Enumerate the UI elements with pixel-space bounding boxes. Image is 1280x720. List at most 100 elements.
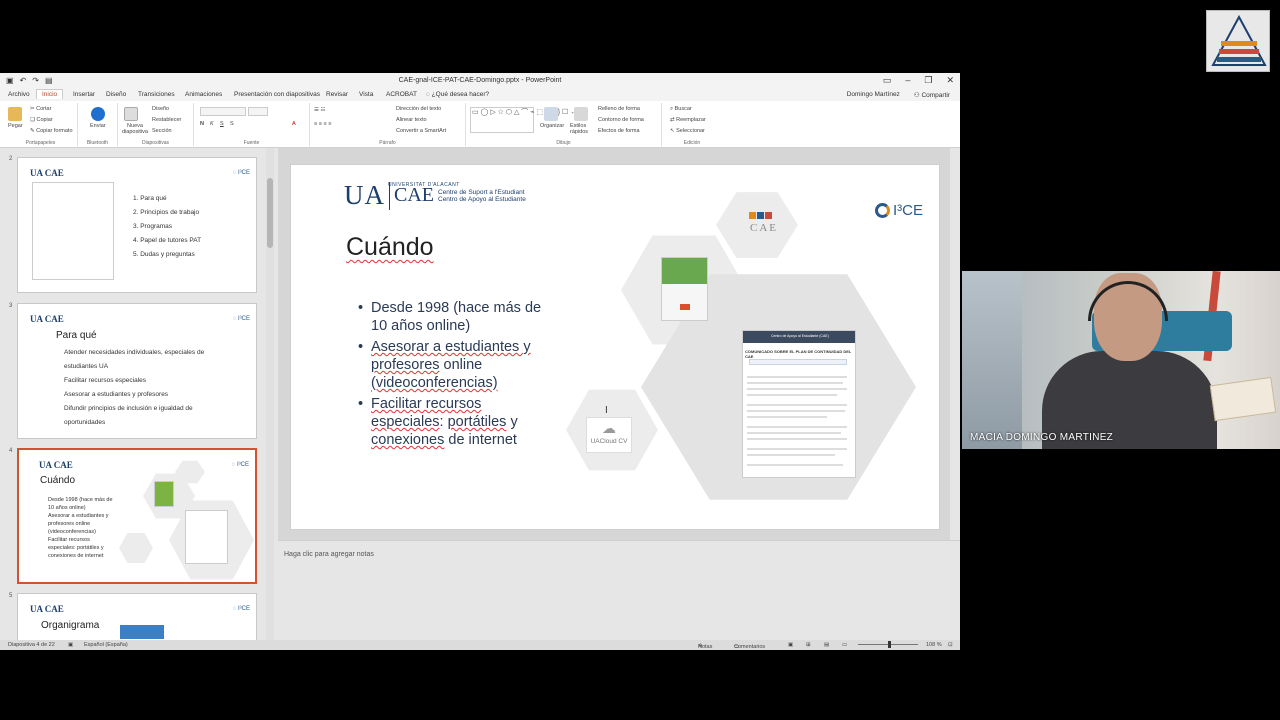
notes-pane[interactable]: Haga clic para agregar notas	[278, 540, 960, 640]
nueva-diapositiva-button[interactable]: Nueva diapositiva	[120, 123, 150, 135]
cae-small-label: CAE	[750, 222, 778, 234]
contorno-forma-button[interactable]: Contorno de forma	[598, 117, 644, 123]
bluetooth-label: Bluetooth	[86, 140, 109, 146]
smartart-button[interactable]: Convertir a SmartArt	[396, 128, 446, 134]
thumb-i3ce-logo: ◌ I³CE	[231, 462, 249, 468]
bold-icon[interactable]: N	[200, 121, 204, 127]
shapes-gallery[interactable]: ▭ ◯ ▷ ☆ ⬡ △ ⌒ ⌁ ⬚ ▢ { } ☐ ↔	[470, 107, 577, 133]
align-icons[interactable]: ≡ ≡ ≡ ≡	[314, 121, 331, 127]
restore-icon[interactable]: ❐	[924, 75, 932, 86]
tab-transiciones[interactable]: Transiciones	[138, 91, 175, 98]
tab-animaciones[interactable]: Animaciones	[185, 91, 222, 98]
estilos-rapidos-button[interactable]: Estilos rápidos	[570, 123, 594, 135]
doc-banner	[749, 359, 847, 365]
thumb-ua-logo: UA CAE	[30, 604, 64, 614]
paste-icon[interactable]	[8, 107, 22, 121]
pegar-button[interactable]: Pegar	[8, 123, 23, 129]
restablecer-button[interactable]: Restablecer	[152, 117, 181, 123]
zoom-level[interactable]: 108 %	[926, 642, 942, 648]
screen: ▣ ↶ ↷ ▤ CAE-gnal-ICE-PAT-CAE-Domingo.ppt…	[0, 0, 1280, 720]
sorter-view-icon[interactable]: ⊞	[806, 642, 811, 648]
thumb-i3ce-logo: ◌ I³CE	[232, 606, 250, 612]
share-button[interactable]: ⚇ Compartir	[914, 91, 950, 99]
new-slide-icon[interactable]	[124, 107, 138, 121]
font-color-icon[interactable]: A	[292, 121, 296, 127]
user-name[interactable]: Domingo Martínez	[847, 91, 900, 99]
thumb-i3ce-logo: ◌ I³CE	[232, 316, 250, 322]
reemplazar-label: Reemplazar	[676, 117, 706, 123]
webcam-shelf	[962, 271, 1022, 449]
normal-view-icon[interactable]: ▣	[788, 642, 793, 648]
tab-inicio[interactable]: Inicio	[36, 89, 64, 99]
cortar-button[interactable]: ✂ Cortar	[30, 106, 51, 112]
copiar-button[interactable]: ❏ Copiar	[30, 117, 53, 123]
fit-slide-icon[interactable]: ⊡	[948, 642, 953, 648]
window-controls: ▭ – ❐ ✕	[883, 75, 954, 86]
relleno-forma-button[interactable]: Relleno de forma	[598, 106, 640, 112]
comments-label: Comentarios	[734, 644, 766, 650]
ribbon-display-icon[interactable]: ▭	[883, 75, 892, 86]
panel-scrollbar[interactable]	[266, 148, 274, 640]
slideshow-view-icon[interactable]: ▭	[842, 642, 847, 648]
zoom-slider-thumb[interactable]	[888, 641, 891, 648]
slide-title[interactable]: Cuándo	[346, 233, 434, 262]
thumb-list-item: Facilitar recursos	[48, 537, 90, 543]
seccion-button[interactable]: Sección	[152, 128, 172, 134]
notes-label: Notas	[698, 644, 713, 650]
seleccionar-button[interactable]: ↖ Seleccionar	[670, 128, 705, 134]
slide-canvas[interactable]: UNIVERSITAT D'ALACANT UA CAE Centre de S…	[290, 164, 940, 530]
alinear-texto-button[interactable]: Alinear texto	[396, 117, 427, 123]
minimize-icon[interactable]: –	[905, 75, 910, 86]
thumb-list-item: profesores online	[48, 521, 91, 527]
doc-sub: COMUNICADO SOBRE EL PLAN DE CONTINUIDAD …	[745, 349, 852, 359]
buscar-button[interactable]: ⌕ Buscar	[670, 106, 692, 113]
underline-icon[interactable]: S	[220, 121, 224, 127]
status-bar: Diapositiva 4 de 22 ▣ Español (España) ≜…	[0, 640, 960, 650]
tab-acrobat[interactable]: ACROBAT	[386, 91, 417, 98]
font-name-select[interactable]	[200, 107, 246, 116]
spellcheck-icon[interactable]: ▣	[68, 642, 73, 648]
language-status[interactable]: Español (España)	[84, 642, 128, 648]
slide-thumbnail-4-selected[interactable]: UA CAE ◌ I³CE Cuándo Desde 1998 (hace má…	[17, 448, 257, 584]
arrange-icon[interactable]	[544, 107, 558, 121]
reading-view-icon[interactable]: ▤	[824, 642, 829, 648]
bullets-icon[interactable]: ☰ ☷	[314, 107, 325, 113]
tab-presentacion[interactable]: Presentación con diapositivas	[234, 91, 320, 98]
ribbon: Pegar ✂ Cortar ❏ Copiar ✎ Copiar formato…	[0, 101, 960, 148]
font-size-select[interactable]	[248, 107, 268, 116]
fuente-label: Fuente	[243, 140, 260, 146]
diseno-button[interactable]: Diseño	[152, 106, 169, 112]
copiar-formato-button[interactable]: ✎ Copiar formato	[30, 128, 73, 134]
thumb-number: 5	[9, 593, 13, 599]
tab-archivo[interactable]: Archivo	[8, 91, 30, 98]
i3ce-logo: I³CE	[875, 202, 923, 219]
tell-me-search[interactable]: ◌ ¿Qué desea hacer?	[426, 91, 489, 98]
thumb-list-item: estudiantes UA	[64, 363, 109, 370]
slide-scrollbar[interactable]	[950, 148, 960, 540]
thumb-list: Atender necesidades individuales, especi…	[64, 346, 204, 430]
shadow-icon[interactable]: S	[230, 121, 234, 127]
communique-document-image: Centro de Apoyo al Estudiante (CAE) COMU…	[742, 330, 856, 478]
ribbon-tabs: Archivo Inicio Insertar Diseño Transicio…	[0, 89, 960, 101]
slide-thumbnail-3[interactable]: UA CAE ◌ I³CE Para qué Atender necesidad…	[17, 303, 257, 439]
efectos-forma-button[interactable]: Efectos de forma	[598, 128, 640, 134]
reemplazar-button[interactable]: ⇄ Reemplazar	[670, 117, 706, 123]
close-icon[interactable]: ✕	[946, 75, 954, 86]
tab-vista[interactable]: Vista	[359, 91, 373, 98]
tab-insertar[interactable]: Insertar	[73, 91, 95, 98]
panel-scroll-thumb[interactable]	[267, 178, 273, 248]
direccion-texto-button[interactable]: Dirección del texto	[396, 106, 441, 112]
thumb-list-item: Asesorar a estudiantes y	[48, 513, 109, 519]
slide-thumbnail-2[interactable]: UA CAE ◌ I³CE 1. Para qué 2. Principios …	[17, 157, 257, 293]
slide-thumbnail-5[interactable]: UA CAE ◌ I³CE Organigrama	[17, 593, 257, 640]
tab-revisar[interactable]: Revisar	[326, 91, 348, 98]
quick-styles-icon[interactable]	[574, 107, 588, 121]
organizar-button[interactable]: Organizar	[540, 123, 564, 129]
thumb-i3ce-logo: ◌ I³CE	[232, 170, 250, 176]
slide-bullet-list[interactable]: Desde 1998 (hace más de 10 años online) …	[358, 299, 558, 452]
enviar-button[interactable]: Enviar	[90, 123, 106, 129]
bluetooth-icon[interactable]	[91, 107, 105, 121]
italic-icon[interactable]: K	[210, 121, 214, 127]
thumb-list-item: 5. Dudas y preguntas	[133, 251, 195, 258]
tab-diseno[interactable]: Diseño	[106, 91, 126, 98]
